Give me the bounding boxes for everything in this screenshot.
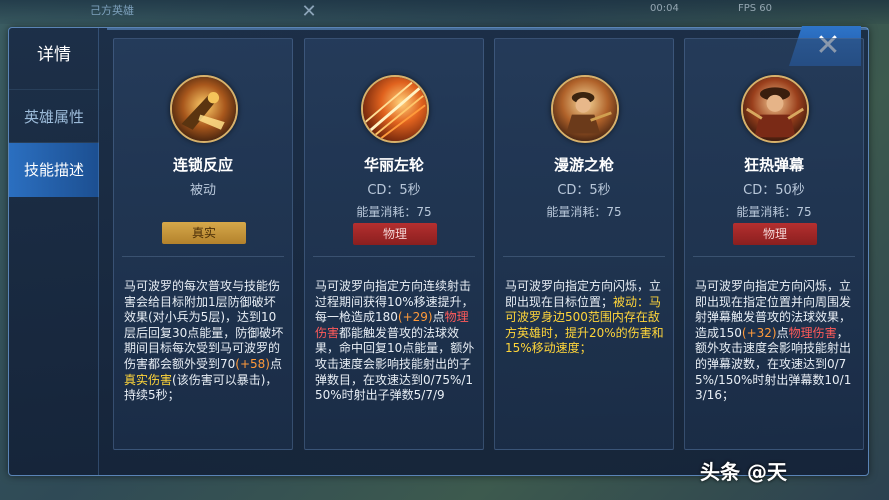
hud-close-icon: ✕	[301, 1, 317, 22]
skill-description: 马可波罗向指定方向闪烁，立即出现在目标位置；被动：马可波罗身边500范围内存在敌…	[505, 279, 667, 357]
skill-card-2: 漫游之枪 CD：5秒 能量消耗：75 马可波罗向指定方向闪烁，立即出现在目标位置…	[494, 38, 674, 450]
desc-scaling: (+32)	[741, 325, 777, 340]
damage-type-badge: 物理	[353, 223, 437, 245]
sidebar: 详情 英雄属性 技能描述	[9, 28, 99, 475]
skill-energy-cost: 能量消耗：75	[736, 205, 812, 219]
damage-type-badge: 物理	[733, 223, 817, 245]
team-label: 己方英雄	[90, 4, 134, 17]
skill-name: 狂热弹幕	[743, 156, 804, 174]
desc-scaling: (+29)	[397, 310, 433, 325]
wandering-gun-skill-icon	[551, 75, 619, 143]
desc-text: 点	[776, 325, 789, 340]
game-hud: 己方英雄 ✕ 00:04 FPS 60	[0, 0, 889, 24]
skill-name: 连锁反应	[172, 156, 233, 174]
skill-name: 漫游之枪	[553, 156, 614, 174]
divider	[313, 256, 475, 257]
sidebar-title: 详情	[37, 45, 71, 65]
skill-description: 马可波罗的每次普攻与技能伤害会给目标附加1层防御破坏效果(对小兵为5层)，达到1…	[124, 279, 286, 404]
desc-text: 点	[432, 310, 445, 325]
skill-energy-cost: 能量消耗：75	[356, 205, 432, 219]
sidebar-divider	[98, 28, 99, 475]
skill-card-passive: 连锁反应 被动 真实 马可波罗的每次普攻与技能伤害会给目标附加1层防御破坏效果(…	[113, 38, 293, 450]
divider	[693, 256, 855, 257]
skill-card-1: 华丽左轮 CD：5秒 能量消耗：75 物理 马可波罗向指定方向连续射击过程期间获…	[304, 38, 484, 450]
frenzied-barrage-skill-icon	[741, 75, 809, 143]
skill-cooldown: CD：5秒	[367, 183, 421, 198]
desc-scaling: (+58)	[235, 356, 270, 371]
divider	[503, 256, 665, 257]
match-timer: 00:04	[650, 3, 679, 14]
skill-energy-cost: 能量消耗：75	[546, 205, 622, 219]
desc-text: 都能触发普攻的法球效果，命中回复10点能量，额外攻击速度会影响技能射出的子弹数目…	[315, 325, 475, 403]
desc-damage-type: 物理伤害	[788, 325, 837, 340]
divider	[122, 256, 284, 257]
damage-type-badge: 真实	[162, 222, 246, 244]
desc-text: 点	[269, 356, 282, 371]
skill-cooldown: CD：50秒	[743, 183, 805, 198]
gorgeous-revolver-skill-icon	[361, 75, 429, 143]
sidebar-item-skill-description[interactable]: 技能描述	[9, 143, 99, 197]
skill-type: 被动	[189, 183, 216, 198]
skill-card-ultimate: 狂热弹幕 CD：50秒 能量消耗：75 物理 马可波罗向指定方向闪烁，立即出现在…	[684, 38, 864, 450]
skill-cooldown: CD：5秒	[557, 183, 611, 198]
chain-reaction-skill-icon	[170, 75, 238, 143]
skill-name: 华丽左轮	[363, 156, 424, 174]
fps-counter: FPS 60	[738, 3, 773, 14]
sidebar-item-hero-attributes[interactable]: 英雄属性	[9, 89, 99, 143]
skill-description: 马可波罗向指定方向连续射击过程期间获得10%移速提升，每一枪造成180(+29)…	[315, 279, 477, 404]
panel-header-line	[107, 28, 868, 30]
skill-description: 马可波罗向指定方向闪烁，立即出现在指定位置并向周围发射弹幕触发普攻的法球效果，造…	[695, 279, 857, 404]
desc-damage-type: 真实伤害	[124, 372, 173, 387]
watermark: 头条 @天	[700, 460, 787, 484]
